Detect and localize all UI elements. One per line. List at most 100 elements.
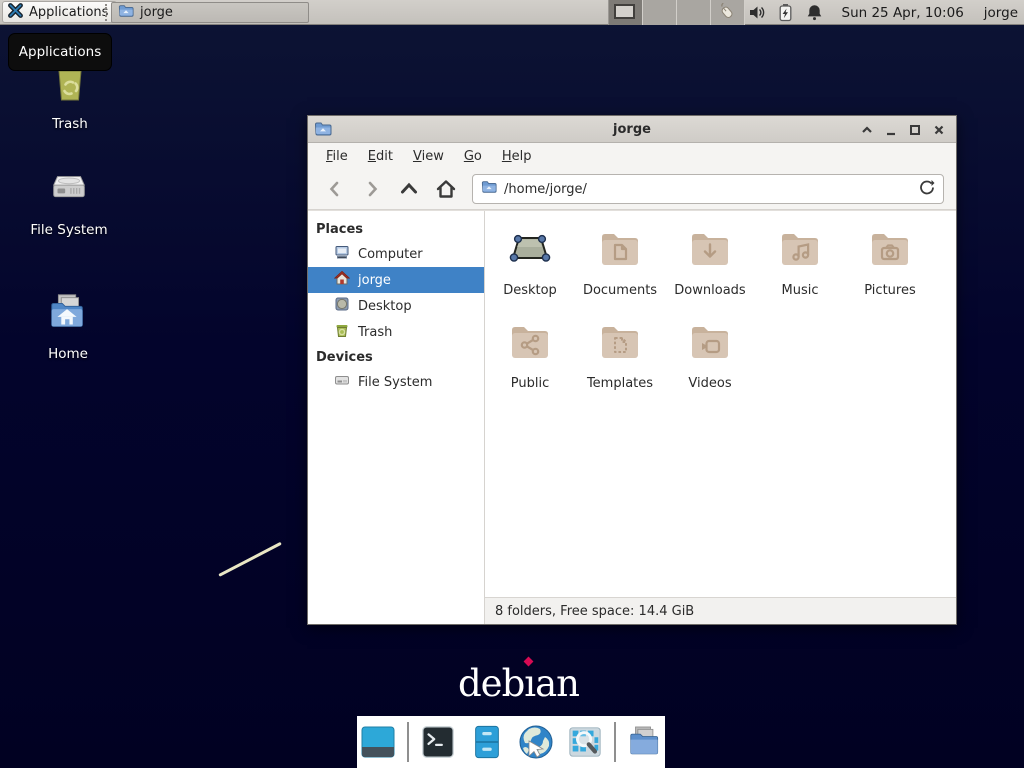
panel-handle[interactable] bbox=[105, 4, 109, 21]
desktop-folder-icon bbox=[506, 225, 554, 277]
desktop-icon-label: Home bbox=[48, 346, 88, 362]
desktop-icon-file-system[interactable]: File System bbox=[19, 166, 119, 238]
menu-view[interactable]: View bbox=[403, 146, 454, 167]
sidebar-item-label: Desktop bbox=[358, 299, 412, 314]
up-button[interactable] bbox=[394, 175, 424, 203]
volume-icon[interactable] bbox=[747, 3, 766, 22]
folder-launcher[interactable] bbox=[625, 722, 665, 762]
videos-folder-icon bbox=[686, 318, 734, 370]
file-item-label: Desktop bbox=[503, 283, 557, 298]
workspace-window-outline bbox=[614, 4, 635, 19]
documents-folder-icon bbox=[596, 225, 644, 277]
file-item-public[interactable]: Public bbox=[485, 318, 575, 411]
top-panel: Applications jorge Sun 25 Apr, 10:06 jor… bbox=[0, 0, 1024, 25]
app-finder-launcher[interactable] bbox=[565, 722, 605, 762]
workspace-1[interactable] bbox=[609, 0, 643, 25]
desktop-icon-home[interactable]: Home bbox=[18, 290, 118, 362]
panel-username: jorge bbox=[984, 5, 1018, 21]
battery-charging-icon[interactable] bbox=[776, 3, 795, 22]
trash-small-icon bbox=[334, 322, 350, 342]
desktop-icon-label: File System bbox=[30, 222, 107, 238]
toolbar: /home/jorge/ bbox=[308, 169, 956, 210]
clock[interactable]: Sun 25 Apr, 10:06 bbox=[842, 5, 964, 21]
debian-logo-i: ı bbox=[524, 662, 535, 705]
location-path[interactable]: /home/jorge/ bbox=[504, 182, 912, 197]
pictures-folder-icon bbox=[866, 225, 914, 277]
sidebar-header-places: Places bbox=[308, 217, 484, 241]
file-item-videos[interactable]: Videos bbox=[665, 318, 755, 411]
applications-button[interactable]: Applications bbox=[2, 1, 117, 23]
dock bbox=[357, 716, 665, 768]
sidebar-header-devices: Devices bbox=[308, 345, 484, 369]
file-item-music[interactable]: Music bbox=[755, 225, 845, 318]
location-folder-icon bbox=[481, 179, 497, 199]
sidebar-item-file-system[interactable]: File System bbox=[308, 369, 484, 395]
downloads-folder-icon bbox=[686, 225, 734, 277]
sidebar-item-desktop[interactable]: Desktop bbox=[308, 293, 484, 319]
file-manager-window: jorge File Edit View Go Help /home/jorge… bbox=[307, 115, 957, 625]
file-item-templates[interactable]: Templates bbox=[575, 318, 665, 411]
file-item-label: Music bbox=[782, 283, 819, 298]
sidebar-item-trash[interactable]: Trash bbox=[308, 319, 484, 345]
file-item-label: Pictures bbox=[864, 283, 915, 298]
menu-edit[interactable]: Edit bbox=[358, 146, 403, 167]
computer-icon bbox=[334, 244, 350, 264]
file-item-documents[interactable]: Documents bbox=[575, 225, 665, 318]
sidebar-item-label: Computer bbox=[358, 247, 423, 262]
menu-go[interactable]: Go bbox=[454, 146, 492, 167]
home-button[interactable] bbox=[431, 175, 461, 203]
sidebar-item-label: File System bbox=[358, 375, 432, 390]
debian-logo-text: deb bbox=[458, 662, 524, 705]
close-button[interactable] bbox=[932, 123, 946, 137]
music-folder-icon bbox=[776, 225, 824, 277]
dock-separator bbox=[407, 722, 409, 762]
notifications-bell-icon[interactable] bbox=[805, 3, 824, 22]
dock-separator bbox=[614, 722, 616, 762]
maximize-button[interactable] bbox=[908, 123, 922, 137]
templates-folder-icon bbox=[596, 318, 644, 370]
debian-logo: debıan bbox=[458, 662, 579, 705]
sidebar-item-jorge[interactable]: jorge bbox=[308, 267, 484, 293]
back-button[interactable] bbox=[320, 175, 350, 203]
scribble-line bbox=[218, 542, 281, 577]
sidebar-item-label: jorge bbox=[358, 273, 391, 288]
menu-file[interactable]: File bbox=[316, 146, 358, 167]
taskbar-item-jorge[interactable]: jorge bbox=[111, 2, 309, 23]
drive-small-icon bbox=[334, 372, 350, 392]
file-item-pictures[interactable]: Pictures bbox=[845, 225, 935, 318]
file-item-downloads[interactable]: Downloads bbox=[665, 225, 755, 318]
web-browser-launcher[interactable] bbox=[516, 722, 556, 762]
location-bar[interactable]: /home/jorge/ bbox=[472, 174, 944, 204]
workspace-2[interactable] bbox=[643, 0, 677, 25]
window-titlebar[interactable]: jorge bbox=[308, 116, 956, 143]
applications-button-label: Applications bbox=[29, 5, 108, 20]
xfce-logo-icon bbox=[7, 2, 24, 23]
file-view: Desktop Documents Downloads bbox=[485, 211, 956, 624]
input-device-icon[interactable] bbox=[718, 3, 737, 22]
reload-icon[interactable] bbox=[919, 179, 935, 199]
home-icon bbox=[334, 270, 350, 290]
statusbar: 8 folders, Free space: 14.4 GiB bbox=[485, 597, 956, 624]
file-item-desktop[interactable]: Desktop bbox=[485, 225, 575, 318]
file-item-label: Downloads bbox=[674, 283, 745, 298]
workspace-3[interactable] bbox=[677, 0, 711, 25]
sidebar-item-computer[interactable]: Computer bbox=[308, 241, 484, 267]
hard-drive-icon bbox=[46, 166, 92, 216]
terminal-launcher[interactable] bbox=[418, 722, 458, 762]
debian-logo-text: an bbox=[535, 662, 579, 705]
file-item-label: Templates bbox=[587, 376, 653, 391]
taskbar-item-label: jorge bbox=[140, 5, 173, 20]
shade-button[interactable] bbox=[860, 123, 874, 137]
desktop-places-icon bbox=[334, 296, 350, 316]
applications-tooltip: Applications bbox=[8, 33, 112, 71]
tooltip-text: Applications bbox=[19, 44, 101, 60]
minimize-button[interactable] bbox=[884, 123, 898, 137]
show-desktop-button[interactable] bbox=[358, 722, 398, 762]
file-item-label: Documents bbox=[583, 283, 657, 298]
forward-button[interactable] bbox=[357, 175, 387, 203]
menu-help[interactable]: Help bbox=[492, 146, 542, 167]
file-manager-launcher[interactable] bbox=[467, 722, 507, 762]
window-title: jorge bbox=[308, 122, 956, 137]
file-item-label: Public bbox=[511, 376, 549, 391]
status-text: 8 folders, Free space: 14.4 GiB bbox=[495, 604, 694, 619]
